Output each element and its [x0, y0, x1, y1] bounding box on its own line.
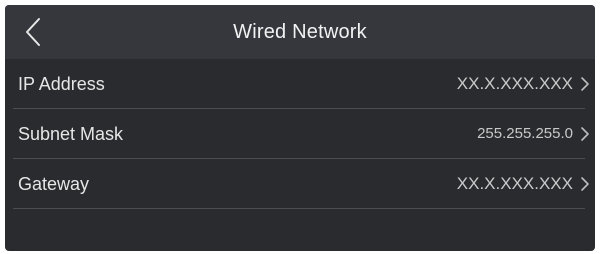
subnet-mask-label: Subnet Mask	[18, 124, 124, 144]
ip-address-row[interactable]: IP Address XX.X.XXX.XXX	[5, 59, 595, 109]
subnet-mask-row[interactable]: Subnet Mask 255.255.255.0	[5, 109, 595, 159]
wired-network-screen: Wired Network IP Address XX.X.XXX.XXX Su…	[5, 5, 595, 251]
subnet-mask-value: 255.255.255.0	[477, 125, 573, 142]
gateway-label: Gateway	[18, 174, 90, 194]
gateway-value: XX.X.XXX.XXX	[456, 174, 573, 193]
ip-address-value: XX.X.XXX.XXX	[456, 74, 573, 93]
chevron-right-icon	[581, 177, 589, 191]
header-bar: Wired Network	[5, 5, 595, 59]
row-divider	[13, 208, 585, 209]
gateway-row[interactable]: Gateway XX.X.XXX.XXX	[5, 159, 595, 209]
chevron-right-icon	[581, 127, 589, 141]
chevron-right-icon	[581, 77, 589, 91]
ip-address-label: IP Address	[18, 74, 105, 94]
page-title: Wired Network	[233, 21, 367, 43]
settings-list: IP Address XX.X.XXX.XXX Subnet Mask 255.…	[5, 59, 595, 209]
